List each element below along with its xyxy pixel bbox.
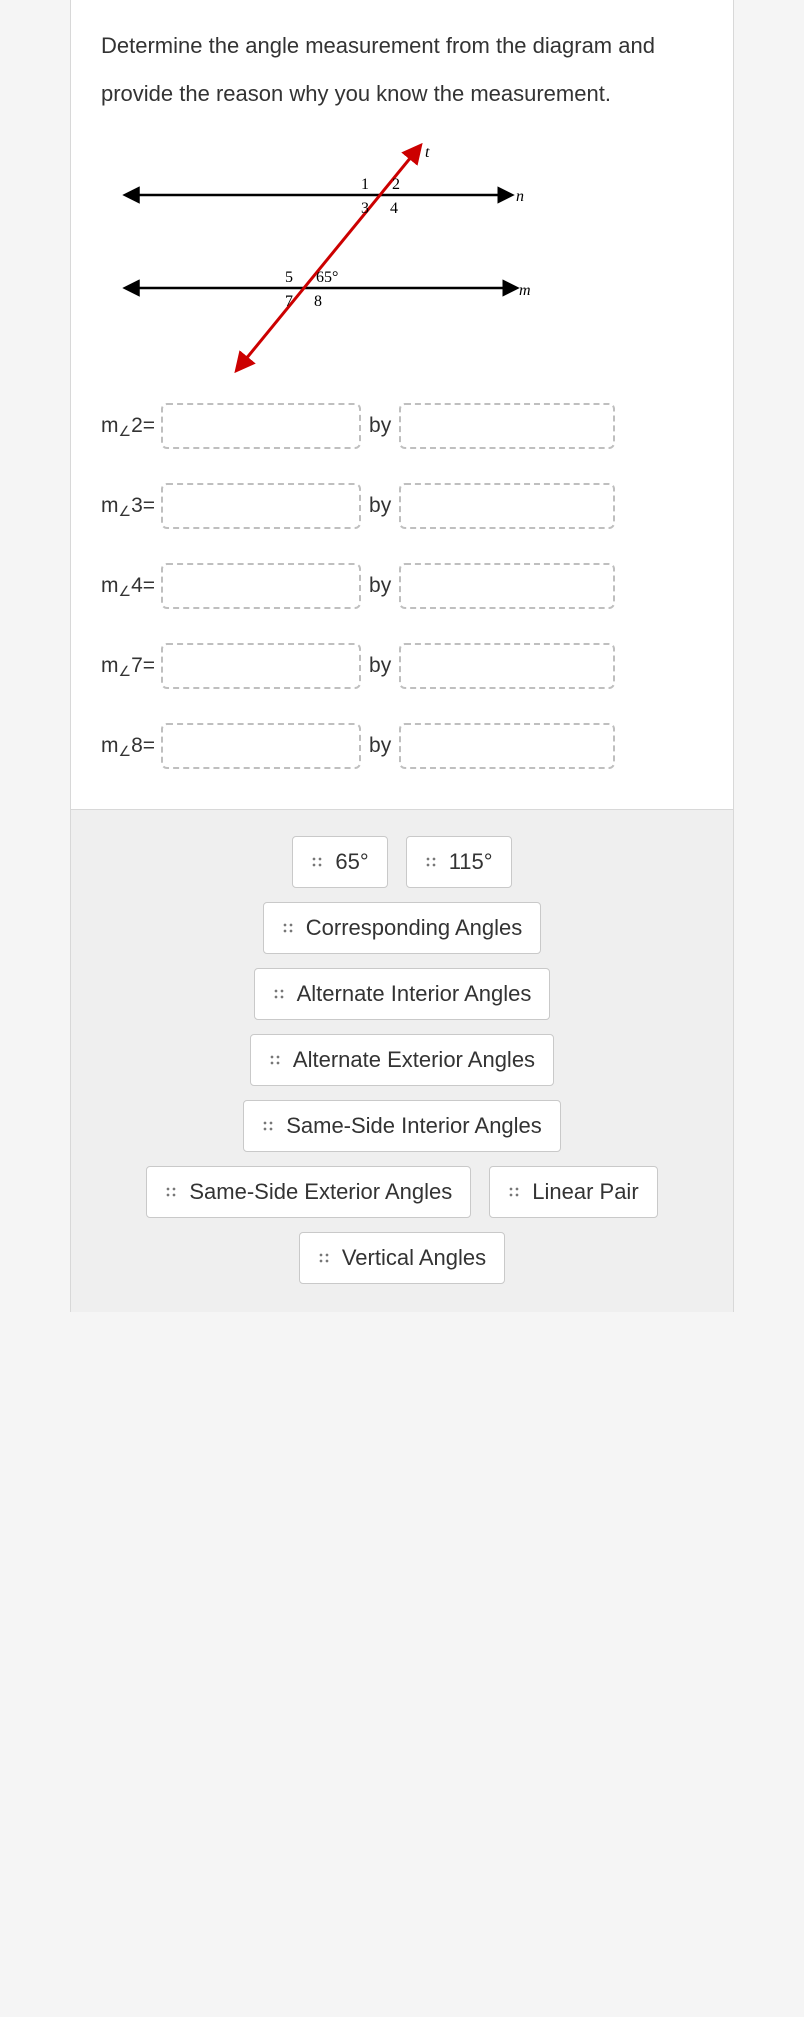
angle-6: 65° [316, 269, 338, 286]
tile-alternate-interior-angles[interactable]: Alternate Interior Angles [254, 968, 551, 1020]
tile-65[interactable]: 65° [292, 836, 387, 888]
dropzone-angle-3-reason[interactable] [399, 483, 615, 529]
by-text: by [369, 414, 391, 438]
dropzone-angle-4-value[interactable] [161, 563, 361, 609]
dropzone-angle-8-value[interactable] [161, 723, 361, 769]
angle-7: 7 [285, 293, 293, 310]
dropzone-angle-2-reason[interactable] [399, 403, 615, 449]
row-label: m∠3 = [101, 494, 155, 518]
answer-bank: 65° 115° Corresponding Angles Alternate … [70, 810, 734, 1312]
row-label: m∠8 = [101, 734, 155, 758]
grip-icon [165, 1186, 177, 1198]
label-line-m: m [519, 282, 531, 299]
dropzone-angle-2-value[interactable] [161, 403, 361, 449]
dropzone-angle-3-value[interactable] [161, 483, 361, 529]
dropzone-angle-7-value[interactable] [161, 643, 361, 689]
grip-icon [282, 922, 294, 934]
diagram: n m t 1 2 3 4 5 65° 7 8 [111, 143, 541, 373]
question-text: Determine the angle measurement from the… [101, 22, 703, 119]
answer-row-4: m∠4 = by [101, 563, 703, 609]
dropzone-angle-4-reason[interactable] [399, 563, 615, 609]
by-text: by [369, 574, 391, 598]
by-text: by [369, 654, 391, 678]
label-line-n: n [516, 188, 524, 205]
tile-alternate-exterior-angles[interactable]: Alternate Exterior Angles [250, 1034, 554, 1086]
row-label: m∠4 = [101, 574, 155, 598]
angle-4: 4 [390, 200, 398, 217]
tile-linear-pair[interactable]: Linear Pair [489, 1166, 657, 1218]
row-label: m∠7 = [101, 654, 155, 678]
dropzone-angle-7-reason[interactable] [399, 643, 615, 689]
by-text: by [369, 494, 391, 518]
tile-same-side-interior-angles[interactable]: Same-Side Interior Angles [243, 1100, 561, 1152]
answer-row-7: m∠7 = by [101, 643, 703, 689]
grip-icon [311, 856, 323, 868]
row-label: m∠2 = [101, 414, 155, 438]
answer-row-8: m∠8 = by [101, 723, 703, 769]
by-text: by [369, 734, 391, 758]
tile-same-side-exterior-angles[interactable]: Same-Side Exterior Angles [146, 1166, 471, 1218]
page: Determine the angle measurement from the… [0, 0, 804, 1312]
angle-5: 5 [285, 269, 293, 286]
question-area: Determine the angle measurement from the… [70, 0, 734, 810]
dropzone-angle-8-reason[interactable] [399, 723, 615, 769]
tile-vertical-angles[interactable]: Vertical Angles [299, 1232, 505, 1284]
grip-icon [273, 988, 285, 1000]
angle-1: 1 [361, 176, 369, 193]
answer-row-2: m∠2 = by [101, 403, 703, 449]
angle-3: 3 [361, 200, 369, 217]
answer-row-3: m∠3 = by [101, 483, 703, 529]
tile-115[interactable]: 115° [406, 836, 512, 888]
grip-icon [425, 856, 437, 868]
label-line-t: t [425, 144, 430, 161]
angle-8: 8 [314, 293, 322, 310]
grip-icon [318, 1252, 330, 1264]
grip-icon [269, 1054, 281, 1066]
angle-2: 2 [392, 176, 400, 193]
grip-icon [262, 1120, 274, 1132]
grip-icon [508, 1186, 520, 1198]
tile-corresponding-angles[interactable]: Corresponding Angles [263, 902, 541, 954]
